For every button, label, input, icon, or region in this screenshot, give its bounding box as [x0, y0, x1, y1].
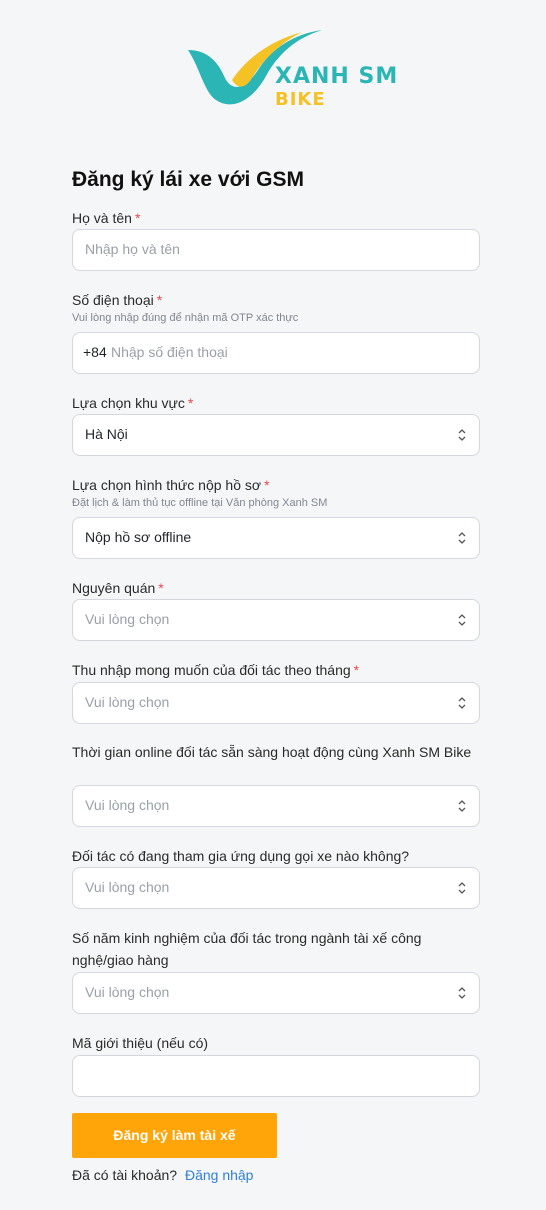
login-link[interactable]: Đăng nhập: [185, 1167, 254, 1183]
login-prompt-text: Đã có tài khoản?: [72, 1167, 178, 1183]
phone-prefix: +84: [83, 344, 107, 360]
other-app-label: Đối tác có đang tham gia ứng dụng gọi xe…: [72, 848, 410, 864]
required-mark: *: [134, 210, 141, 226]
required-mark: *: [187, 395, 194, 411]
phone-input[interactable]: +84 Nhập số điện thoại: [72, 332, 480, 374]
name-input[interactable]: Nhập họ và tên: [72, 229, 480, 271]
hometown-placeholder: Vui lòng chọn: [85, 611, 170, 627]
online-time-select[interactable]: Vui lòng chọn: [72, 785, 480, 827]
required-mark: *: [264, 477, 270, 493]
login-prompt: Đã có tài khoản? Đăng nhập: [72, 1167, 253, 1183]
chevron-up-down-icon: [458, 987, 466, 999]
brand-name: XANH SM: [275, 64, 399, 89]
submission-label: Lựa chọn hình thức nộp hồ sơ *: [72, 477, 270, 493]
name-label: Họ và tên *: [72, 210, 141, 226]
other-app-placeholder: Vui lòng chọn: [85, 879, 170, 895]
experience-placeholder: Vui lòng chọn: [85, 984, 170, 1000]
chevron-up-down-icon: [458, 614, 466, 626]
income-select[interactable]: Vui lòng chọn: [72, 682, 480, 724]
other-app-select[interactable]: Vui lòng chọn: [72, 867, 480, 909]
online-time-label: Thời gian online đối tác sẵn sàng hoạt đ…: [72, 744, 472, 760]
chevron-up-down-icon: [458, 532, 466, 544]
experience-select[interactable]: Vui lòng chọn: [72, 972, 480, 1014]
region-value: Hà Nội: [85, 426, 128, 442]
chevron-up-down-icon: [458, 697, 466, 709]
chevron-up-down-icon: [458, 800, 466, 812]
region-label: Lựa chọn khu vực *: [72, 395, 194, 411]
income-label: Thu nhập mong muốn của đối tác theo thán…: [72, 662, 360, 678]
required-mark: *: [353, 662, 360, 678]
page-title: Đăng ký lái xe với GSM: [72, 168, 305, 191]
chevron-up-down-icon: [458, 882, 466, 894]
experience-label: Số năm kinh nghiệm của đối tác trong ngà…: [72, 930, 422, 968]
name-placeholder: Nhập họ và tên: [85, 241, 180, 257]
region-select[interactable]: Hà Nội: [72, 414, 480, 456]
submission-hint: Đặt lịch & làm thủ tục offline tại Văn p…: [72, 497, 328, 509]
phone-placeholder: Nhập số điện thoại: [111, 344, 228, 360]
submission-select[interactable]: Nộp hồ sơ offline: [72, 517, 480, 559]
phone-hint: Vui lòng nhập đúng để nhận mã OTP xác th…: [72, 312, 299, 324]
online-time-placeholder: Vui lòng chọn: [85, 797, 170, 813]
required-mark: *: [156, 292, 163, 308]
chevron-up-down-icon: [458, 429, 466, 441]
hometown-select[interactable]: Vui lòng chọn: [72, 599, 480, 641]
brand-subname: BIKE: [275, 89, 326, 110]
register-button[interactable]: Đăng ký làm tài xế: [72, 1113, 277, 1158]
phone-label: Số điện thoại *: [72, 292, 163, 308]
hometown-label: Nguyên quán *: [72, 580, 164, 596]
required-mark: *: [158, 580, 164, 596]
income-placeholder: Vui lòng chọn: [85, 694, 170, 710]
referral-label: Mã giới thiệu (nếu có): [72, 1035, 209, 1051]
logo: XANH SM BIKE: [0, 0, 546, 130]
submission-value: Nộp hồ sơ offline: [85, 529, 192, 545]
referral-input[interactable]: [72, 1055, 480, 1097]
